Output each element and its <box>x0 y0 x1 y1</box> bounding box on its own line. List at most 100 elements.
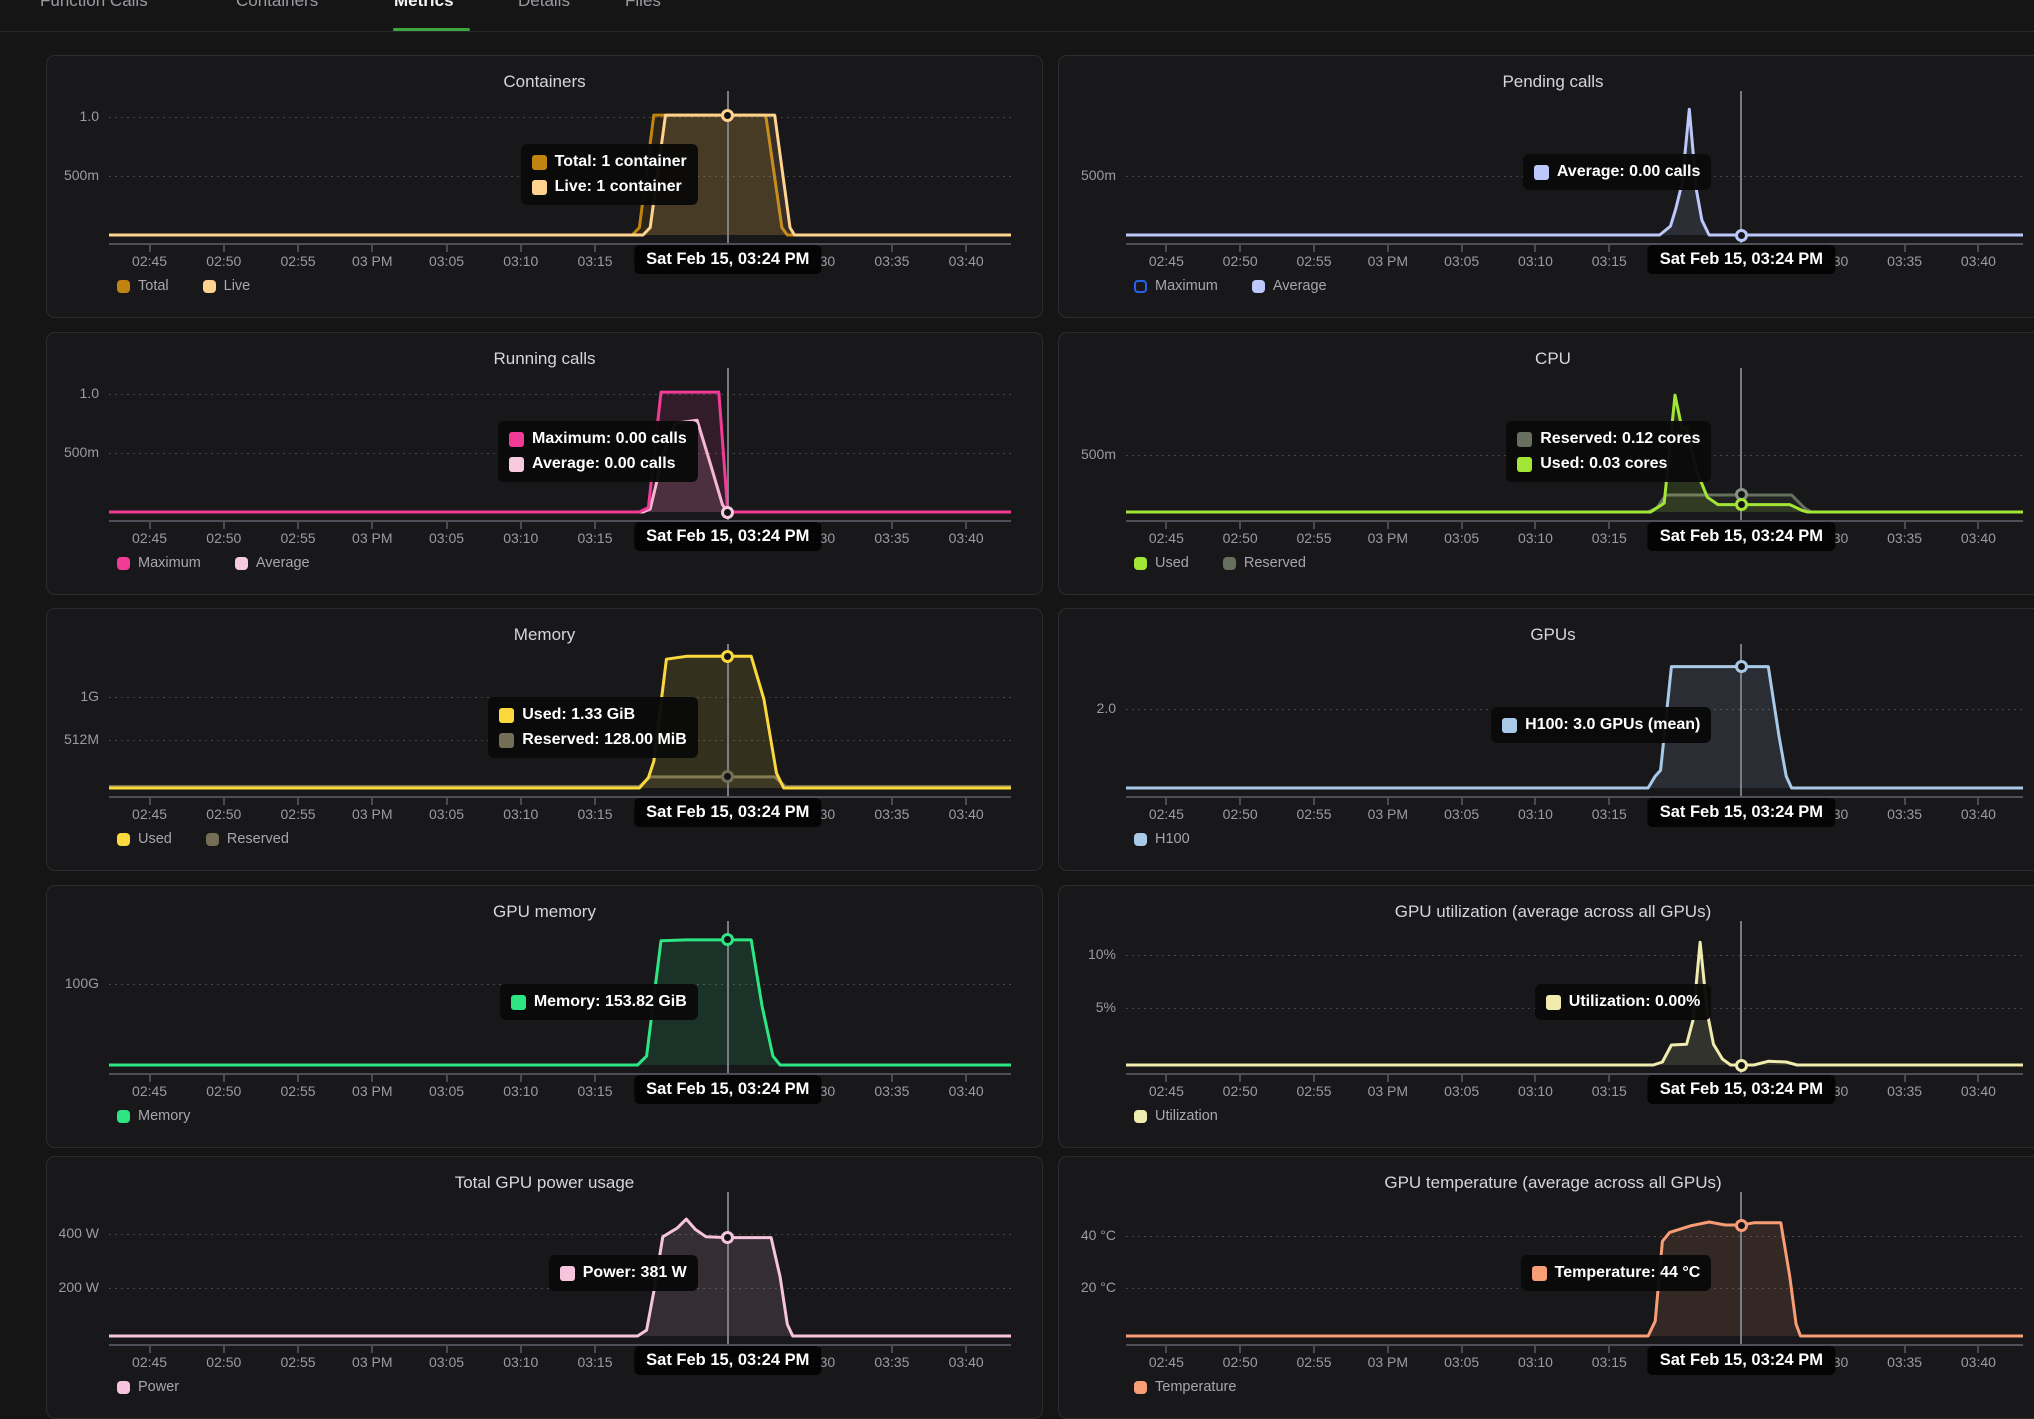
x-axis-tick <box>520 798 522 805</box>
x-axis-tick <box>297 1075 299 1082</box>
legend-item-average[interactable]: Average <box>1252 278 1327 294</box>
legend-label: Reserved <box>227 831 289 847</box>
tooltip-row: Used: 0.03 cores <box>1517 455 1700 473</box>
x-axis-label: 03:15 <box>563 806 627 822</box>
x-axis-label: 03 PM <box>1356 253 1420 269</box>
legend-item-maximum[interactable]: Maximum <box>1134 278 1218 294</box>
x-axis-tick <box>520 1075 522 1082</box>
x-axis-label: 03:40 <box>934 530 998 546</box>
x-axis-tick <box>594 1075 596 1082</box>
legend-item-used[interactable]: Used <box>117 831 172 847</box>
y-axis-label: 2.0 <box>1059 700 1116 716</box>
x-axis-line <box>1126 1073 2023 1075</box>
y-axis-label: 10% <box>1059 946 1116 962</box>
x-axis-label: 03:40 <box>934 1083 998 1099</box>
x-axis-label: 03:35 <box>1873 530 1937 546</box>
tooltip-series-swatch-icon <box>1546 995 1561 1010</box>
x-axis-label: 02:55 <box>1282 1354 1346 1370</box>
x-axis-label: 03:40 <box>934 253 998 269</box>
x-axis-label: 02:45 <box>1134 1083 1198 1099</box>
cursor-point-marker <box>721 650 734 663</box>
tooltip-row: Live: 1 container <box>532 178 687 196</box>
x-axis-label: 02:55 <box>1282 1083 1346 1099</box>
chart-legend: Temperature <box>1134 1379 1236 1395</box>
x-axis-label: 03 PM <box>340 1083 404 1099</box>
x-axis-label: 03 PM <box>1356 1083 1420 1099</box>
x-axis-label: 02:45 <box>118 806 182 822</box>
x-axis-tick <box>149 245 151 252</box>
x-axis-label: 03:10 <box>1503 530 1567 546</box>
tab-containers[interactable]: Containers <box>236 0 318 11</box>
legend-item-reserved[interactable]: Reserved <box>206 831 289 847</box>
tab-files[interactable]: Files <box>625 0 661 11</box>
x-axis-tick <box>1387 1075 1389 1082</box>
legend-item-reserved[interactable]: Reserved <box>1223 555 1306 571</box>
tab-metrics[interactable]: Metrics <box>394 0 454 11</box>
legend-item-maximum[interactable]: Maximum <box>117 555 201 571</box>
x-axis-tick <box>1165 1075 1167 1082</box>
x-axis-tick <box>1165 245 1167 252</box>
x-axis-tick <box>297 798 299 805</box>
x-axis-tick <box>891 1075 893 1082</box>
x-axis-tick <box>1461 1075 1463 1082</box>
tooltip-series-swatch-icon <box>1532 1266 1547 1281</box>
legend-item-temperature[interactable]: Temperature <box>1134 1379 1236 1395</box>
legend-item-used[interactable]: Used <box>1134 555 1189 571</box>
tooltip-value-text: Maximum: 0.00 calls <box>532 430 687 448</box>
x-axis-label: 02:45 <box>1134 806 1198 822</box>
x-axis-label: 03:15 <box>1577 1354 1641 1370</box>
x-axis-label: 03:40 <box>1946 530 2010 546</box>
x-axis-label: 03:35 <box>860 253 924 269</box>
legend-item-live[interactable]: Live <box>203 278 251 294</box>
tooltip-value-text: H100: 3.0 GPUs (mean) <box>1525 716 1700 734</box>
x-axis-tick <box>297 522 299 529</box>
x-axis-label: 03:15 <box>1577 1083 1641 1099</box>
legend-label: Reserved <box>1244 555 1306 571</box>
legend-item-utilization[interactable]: Utilization <box>1134 1108 1218 1124</box>
x-axis-label: 02:55 <box>266 1083 330 1099</box>
tooltip-row: Used: 1.33 GiB <box>499 706 687 724</box>
x-axis-tick <box>520 245 522 252</box>
chart-legend: Used Reserved <box>1134 555 1306 571</box>
x-axis-tick <box>1461 798 1463 805</box>
tab-details[interactable]: Details <box>518 0 570 11</box>
legend-item-average[interactable]: Average <box>235 555 310 571</box>
tab-function-calls[interactable]: Function Calls <box>40 0 148 11</box>
x-axis-tick <box>223 798 225 805</box>
x-axis-tick <box>1461 245 1463 252</box>
legend-item-memory[interactable]: Memory <box>117 1108 190 1124</box>
x-axis-label: 03:40 <box>934 806 998 822</box>
y-axis-label: 100G <box>47 975 99 991</box>
x-axis-label: 03:10 <box>489 253 553 269</box>
x-axis-label: 03 PM <box>1356 1354 1420 1370</box>
x-axis-label: 02:50 <box>1208 1083 1272 1099</box>
tooltip-value-text: Average: 0.00 calls <box>1557 163 1701 181</box>
x-axis-tick <box>1313 245 1315 252</box>
legend-item-power[interactable]: Power <box>117 1379 179 1395</box>
tooltip-value-text: Total: 1 container <box>555 153 687 171</box>
chart-legend: H100 <box>1134 831 1190 847</box>
x-axis-line <box>109 796 1011 798</box>
x-axis-label: 03:10 <box>1503 253 1567 269</box>
x-axis-tick <box>965 245 967 252</box>
x-axis-tick <box>371 245 373 252</box>
legend-swatch-icon <box>117 280 130 293</box>
legend-item-h100[interactable]: H100 <box>1134 831 1190 847</box>
tooltip-row: H100: 3.0 GPUs (mean) <box>1502 716 1700 734</box>
x-axis-tick <box>1165 522 1167 529</box>
x-axis-label: 02:50 <box>192 1083 256 1099</box>
legend-item-total[interactable]: Total <box>117 278 169 294</box>
legend-label: Total <box>138 278 169 294</box>
x-axis-tick <box>371 798 373 805</box>
chart-value-tooltip: H100: 3.0 GPUs (mean) <box>1491 707 1711 743</box>
x-axis-line <box>109 520 1011 522</box>
chart-card-gpus: GPUs2.002:4502:5002:5503 PM03:0503:1003:… <box>1058 608 2034 871</box>
chart-card-gpu-temperature: GPU temperature (average across all GPUs… <box>1058 1156 2034 1419</box>
chart-value-tooltip: Utilization: 0.00% <box>1535 984 1712 1020</box>
x-axis-tick <box>594 245 596 252</box>
tooltip-series-swatch-icon <box>1534 165 1549 180</box>
x-axis-label: 03:40 <box>934 1354 998 1370</box>
cursor-date-tooltip: Sat Feb 15, 03:24 PM <box>634 245 821 274</box>
x-axis-tick <box>446 245 448 252</box>
legend-swatch-icon <box>1134 1110 1147 1123</box>
